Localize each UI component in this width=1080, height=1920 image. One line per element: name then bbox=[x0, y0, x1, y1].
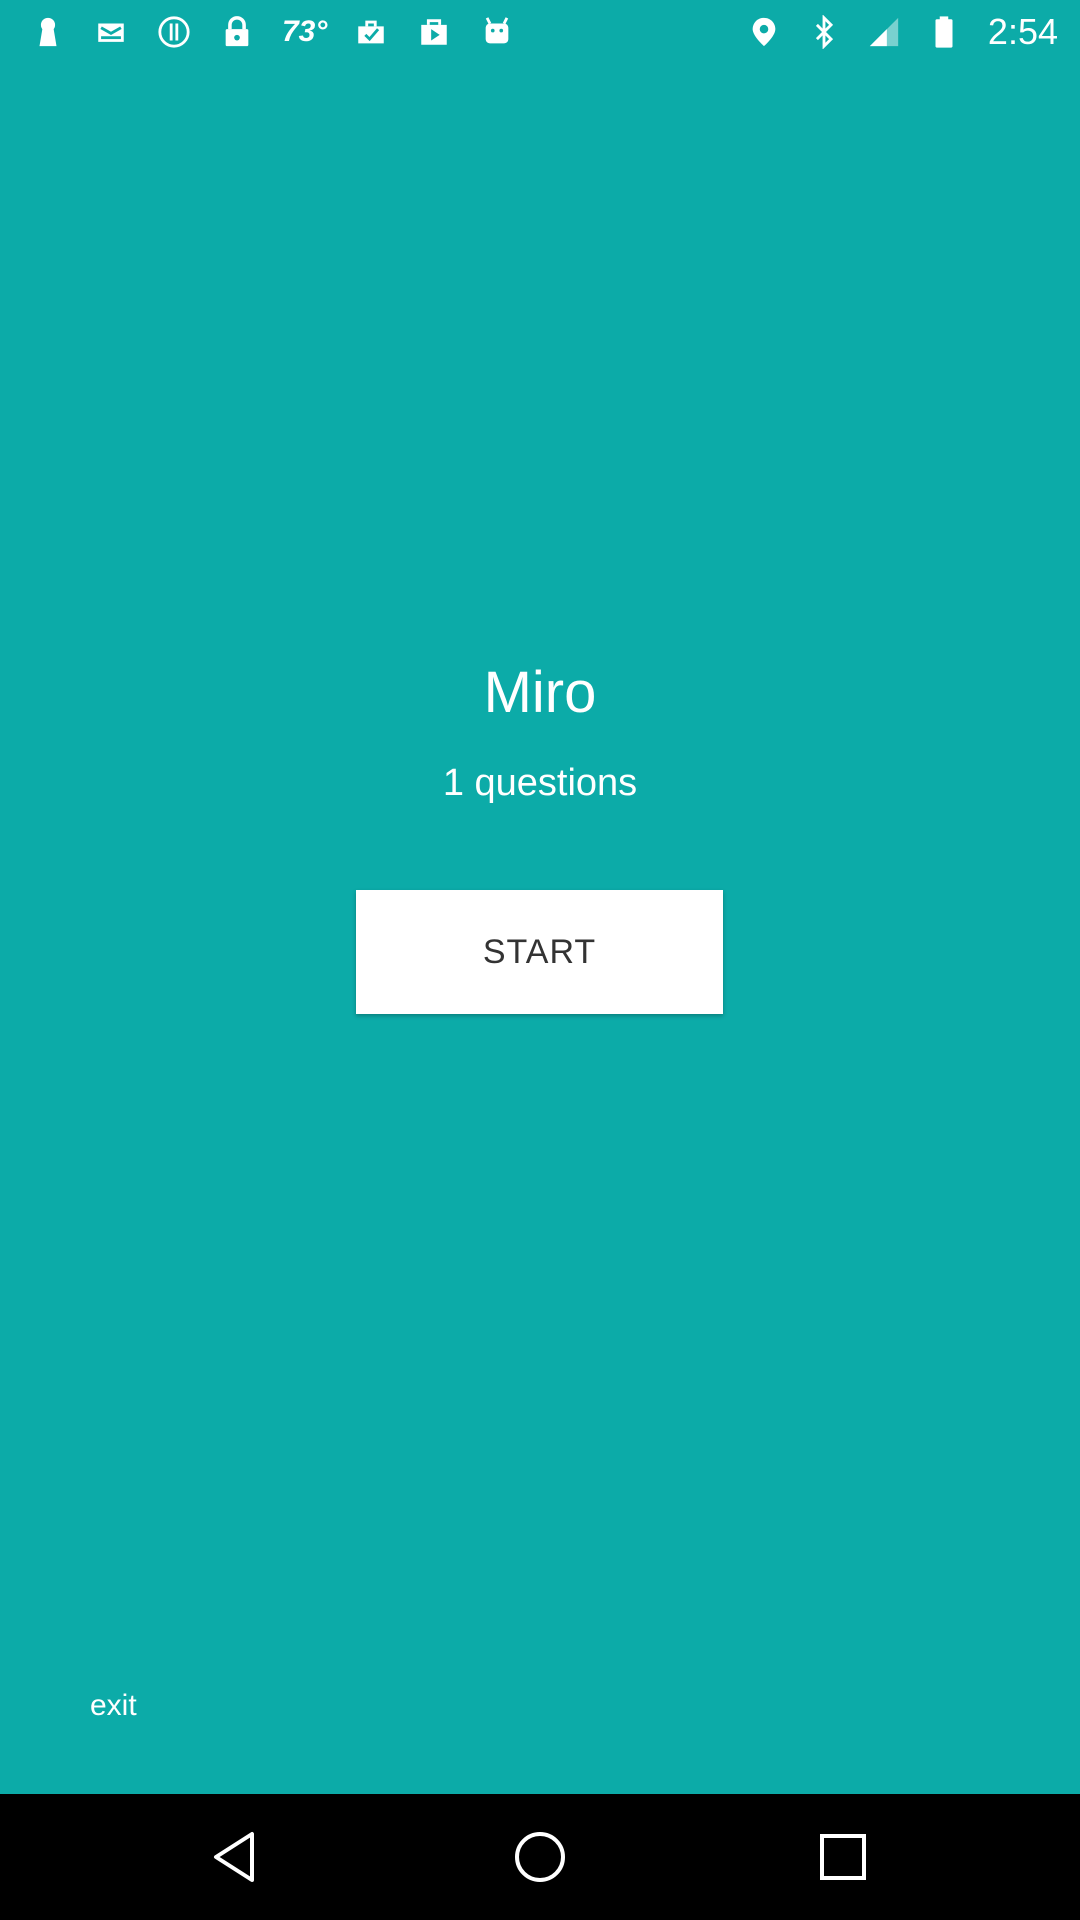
keyhole-icon bbox=[30, 14, 66, 50]
info-circle-icon bbox=[156, 14, 192, 50]
temperature-text: 73° bbox=[282, 15, 328, 48]
quiz-title: Miro bbox=[483, 660, 597, 725]
status-right: 2:54 bbox=[746, 11, 1058, 53]
status-left: 73° bbox=[30, 14, 542, 50]
android-icon bbox=[479, 14, 515, 50]
exit-button[interactable]: exit bbox=[90, 1686, 137, 1726]
status-bar: 73° 2:54 bbox=[0, 0, 1080, 64]
back-icon[interactable] bbox=[204, 1824, 270, 1890]
mail-icon bbox=[93, 14, 129, 50]
recents-icon[interactable] bbox=[810, 1824, 876, 1890]
bluetooth-icon bbox=[806, 14, 842, 50]
location-icon bbox=[746, 14, 782, 50]
status-clock: 2:54 bbox=[987, 11, 1058, 52]
signal-icon bbox=[866, 14, 902, 50]
question-count: 1 questions bbox=[442, 762, 638, 804]
start-button[interactable]: START bbox=[356, 890, 723, 1014]
battery-icon bbox=[926, 14, 962, 50]
navigation-bar bbox=[0, 1794, 1080, 1920]
lock-icon bbox=[219, 14, 255, 50]
home-icon[interactable] bbox=[507, 1824, 573, 1890]
play-bag-icon bbox=[416, 14, 452, 50]
work-check-icon bbox=[353, 14, 389, 50]
